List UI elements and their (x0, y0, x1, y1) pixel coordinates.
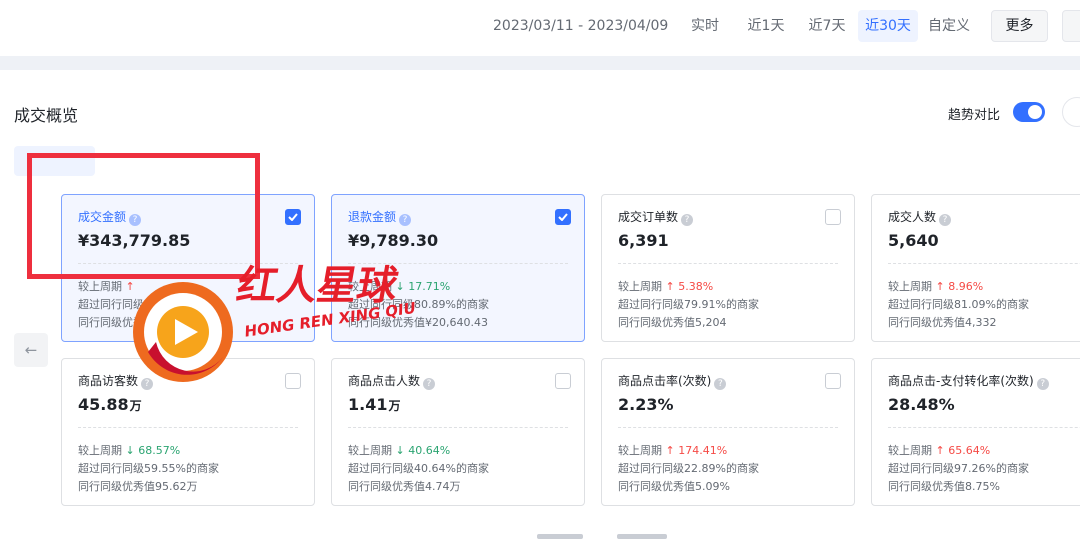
card-peer-text: 同行同级优秀值8.75% (888, 480, 1000, 493)
card-beat-text: 超过同行同级79.91%的商家 (618, 298, 759, 311)
card-value: 28.48% (888, 395, 955, 414)
change-indicator: ↓ 40.64% (395, 444, 451, 457)
help-icon[interactable]: ? (939, 214, 952, 226)
card-compare: 较上周期 ↓ 40.64% (348, 444, 451, 457)
card-checkbox[interactable] (825, 373, 841, 389)
help-icon[interactable]: ? (681, 214, 694, 226)
watermark-logo: 红人星球 HONG REN XING QIU (133, 262, 416, 382)
change-indicator: ↓ 68.57% (125, 444, 181, 457)
checkmark-icon (558, 213, 568, 221)
card-peer-text: 同行同级优秀值95.62万 (78, 480, 198, 493)
help-icon[interactable]: ? (399, 214, 412, 226)
card-checkbox[interactable] (825, 209, 841, 225)
trend-compare-label: 趋势对比 (948, 108, 1001, 123)
card-divider (888, 427, 1080, 428)
footer-fragment (617, 534, 667, 539)
top-bar: 2023/03/11 - 2023/04/09 实时 近1天 近7天 近30天 … (0, 0, 1080, 56)
range-option-realtime[interactable]: 实时 (679, 10, 731, 42)
edge-button[interactable] (1062, 10, 1080, 42)
card-beat-text: 超过同行同级59.55%的商家 (78, 462, 219, 475)
card-compare: 较上周期 ↑ (78, 280, 135, 293)
card-title: 成交订单数? (618, 208, 694, 226)
metric-card-buyers[interactable]: 成交人数? 5,640 较上周期 ↑ 8.96% 超过同行同级81.09%的商家… (871, 194, 1080, 342)
card-title: 退款金额? (348, 208, 412, 226)
card-beat-text: 超过同行同级97.26%的商家 (888, 462, 1029, 475)
card-value: 45.88万 (78, 395, 142, 414)
card-beat-text: 超过同行同级40.64%的商家 (348, 462, 489, 475)
card-beat-text: 超过同行同级22.89%的商家 (618, 462, 759, 475)
metric-card-orders[interactable]: 成交订单数? 6,391 较上周期 ↑ 5.38% 超过同行同级79.91%的商… (601, 194, 855, 342)
trend-compare-toggle[interactable] (1013, 102, 1045, 122)
card-divider (618, 427, 838, 428)
card-checkbox[interactable] (555, 209, 571, 225)
card-compare: 较上周期 ↑ 5.38% (618, 280, 714, 293)
card-title: 成交人数? (888, 208, 952, 226)
footer-fragment (537, 534, 583, 539)
card-checkbox[interactable] (555, 373, 571, 389)
card-unit: 万 (388, 399, 401, 413)
range-option-custom[interactable]: 自定义 (920, 10, 978, 42)
card-beat-text: 超过同行同级81.09%的商家 (888, 298, 1029, 311)
card-title: 商品点击-支付转化率(次数)? (888, 372, 1049, 390)
watermark-brand-cn: 红人星球 (233, 262, 402, 309)
card-peer-text: 同行同级优秀值5,204 (618, 316, 727, 329)
card-value: 2.23% (618, 395, 674, 414)
change-indicator: ↑ 5.38% (665, 280, 714, 293)
range-option-1d[interactable]: 近1天 (738, 10, 794, 42)
card-divider (888, 263, 1080, 264)
card-compare: 较上周期 ↑ 65.64% (888, 444, 991, 457)
range-option-30d[interactable]: 近30天 (858, 10, 918, 42)
metric-card-ctr[interactable]: 商品点击率(次数)? 2.23% 较上周期 ↑ 174.41% 超过同行同级22… (601, 358, 855, 506)
card-divider (618, 263, 838, 264)
change-indicator: ↑ 8.96% (935, 280, 984, 293)
section-title: 成交概览 (14, 106, 79, 125)
card-compare: 较上周期 ↓ 68.57% (78, 444, 181, 457)
card-peer-text: 同行同级优秀值4.74万 (348, 480, 461, 493)
card-compare: 较上周期 ↑ 174.41% (618, 444, 728, 457)
change-indicator: ↑ 65.64% (935, 444, 991, 457)
toggle-knob (1028, 105, 1042, 119)
date-range-label: 2023/03/11 - 2023/04/09 (493, 18, 669, 34)
card-divider (78, 427, 298, 428)
change-indicator: ↑ 174.41% (665, 444, 728, 457)
card-peer-text: 同行同级优秀值4,332 (888, 316, 997, 329)
checkmark-icon (288, 213, 298, 221)
range-option-7d[interactable]: 近7天 (799, 10, 855, 42)
help-icon[interactable]: ? (714, 378, 727, 390)
card-divider (348, 427, 568, 428)
card-peer-text: 同行同级优秀值5.09% (618, 480, 730, 493)
card-value: 1.41万 (348, 395, 401, 414)
edge-circle-button[interactable] (1062, 97, 1080, 127)
help-icon[interactable]: ? (1036, 378, 1049, 390)
more-button[interactable]: 更多 (991, 10, 1048, 42)
metric-card-conversion[interactable]: 商品点击-支付转化率(次数)? 28.48% 较上周期 ↑ 65.64% 超过同… (871, 358, 1080, 506)
card-unit: 万 (129, 399, 142, 413)
card-compare: 较上周期 ↑ 8.96% (888, 280, 984, 293)
card-value: 5,640 (888, 231, 939, 250)
card-checkbox[interactable] (285, 209, 301, 225)
prev-arrow-icon[interactable]: ← (14, 333, 48, 367)
card-title: 商品点击率(次数)? (618, 372, 727, 390)
card-value: 6,391 (618, 231, 669, 250)
